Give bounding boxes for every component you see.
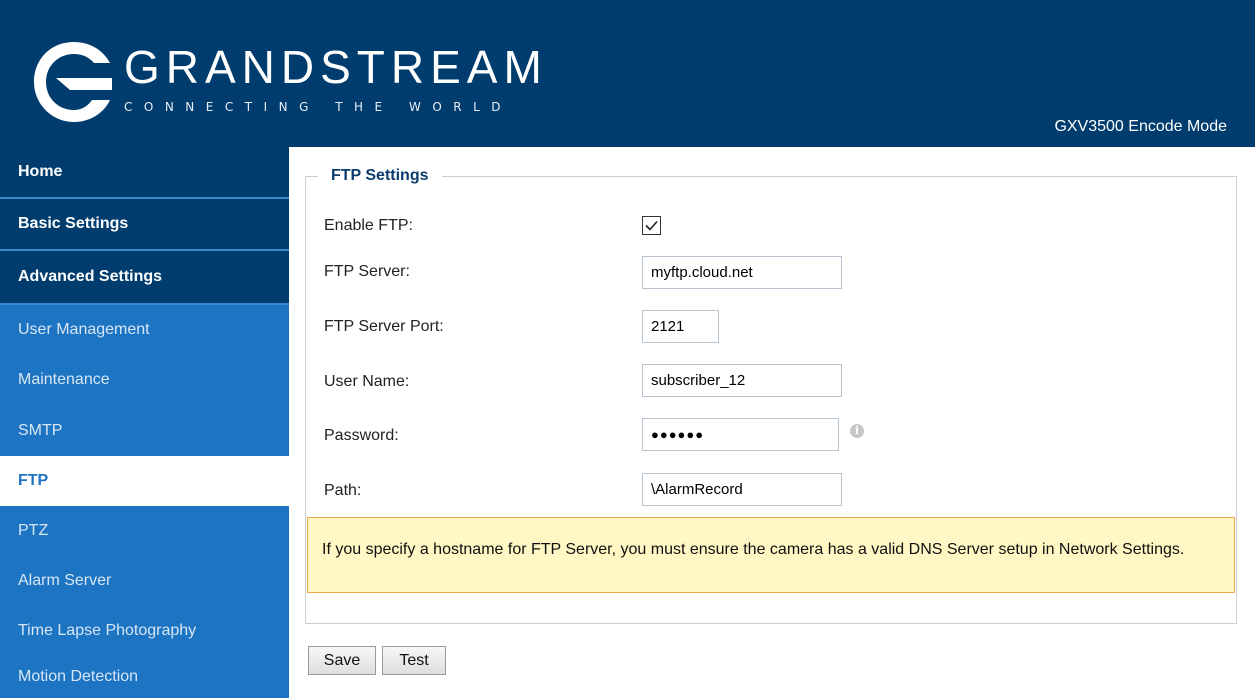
password-input[interactable]: ●●●●●● xyxy=(642,418,839,451)
sidebar-item-ftp[interactable]: FTP xyxy=(0,456,289,506)
sidebar-item-ptz[interactable]: PTZ xyxy=(0,506,289,556)
user-name-label: User Name: xyxy=(324,373,410,390)
enable-ftp-checkbox[interactable] xyxy=(642,216,661,235)
sidebar-item-alarm-server[interactable]: Alarm Server xyxy=(0,556,289,606)
ftp-server-port-label: FTP Server Port: xyxy=(324,318,444,335)
path-input[interactable]: \AlarmRecord xyxy=(642,473,842,506)
ftp-settings-legend: FTP Settings xyxy=(318,165,442,187)
sidebar-item-smtp[interactable]: SMTP xyxy=(0,405,289,456)
sidebar-nav: Home Basic Settings Advanced Settings Us… xyxy=(0,147,289,698)
test-button[interactable]: Test xyxy=(382,646,446,675)
save-button[interactable]: Save xyxy=(308,646,376,675)
grandstream-logo-icon xyxy=(34,42,112,122)
password-mask: ●●●●●● xyxy=(651,427,705,442)
checkmark-icon xyxy=(645,220,658,231)
sidebar-item-maintenance[interactable]: Maintenance xyxy=(0,355,289,405)
password-label: Password: xyxy=(324,427,399,444)
ftp-server-label: FTP Server: xyxy=(324,263,410,280)
sidebar-item-advanced-settings[interactable]: Advanced Settings xyxy=(0,251,289,305)
enable-ftp-label: Enable FTP: xyxy=(324,217,413,234)
brand-tagline: CONNECTING THE WORLD xyxy=(124,100,513,114)
info-icon[interactable]: i xyxy=(850,424,864,438)
sidebar-item-home[interactable]: Home xyxy=(0,147,289,199)
device-mode-label: GXV3500 Encode Mode xyxy=(1054,118,1227,135)
sidebar-item-user-management[interactable]: User Management xyxy=(0,305,289,355)
user-name-input[interactable]: subscriber_12 xyxy=(642,364,842,397)
ftp-server-port-input[interactable]: 2121 xyxy=(642,310,719,343)
sidebar-item-basic-settings[interactable]: Basic Settings xyxy=(0,199,289,251)
ftp-server-input[interactable]: myftp.cloud.net xyxy=(642,256,842,289)
dns-notice: If you specify a hostname for FTP Server… xyxy=(307,517,1235,593)
sidebar-item-time-lapse-photography[interactable]: Time Lapse Photography xyxy=(0,606,289,656)
path-label: Path: xyxy=(324,482,362,499)
brand-name: GRANDSTREAM xyxy=(124,41,548,93)
sidebar-item-motion-detection[interactable]: Motion Detection xyxy=(0,656,289,698)
header-banner: GRANDSTREAM CONNECTING THE WORLD GXV3500… xyxy=(0,0,1255,147)
